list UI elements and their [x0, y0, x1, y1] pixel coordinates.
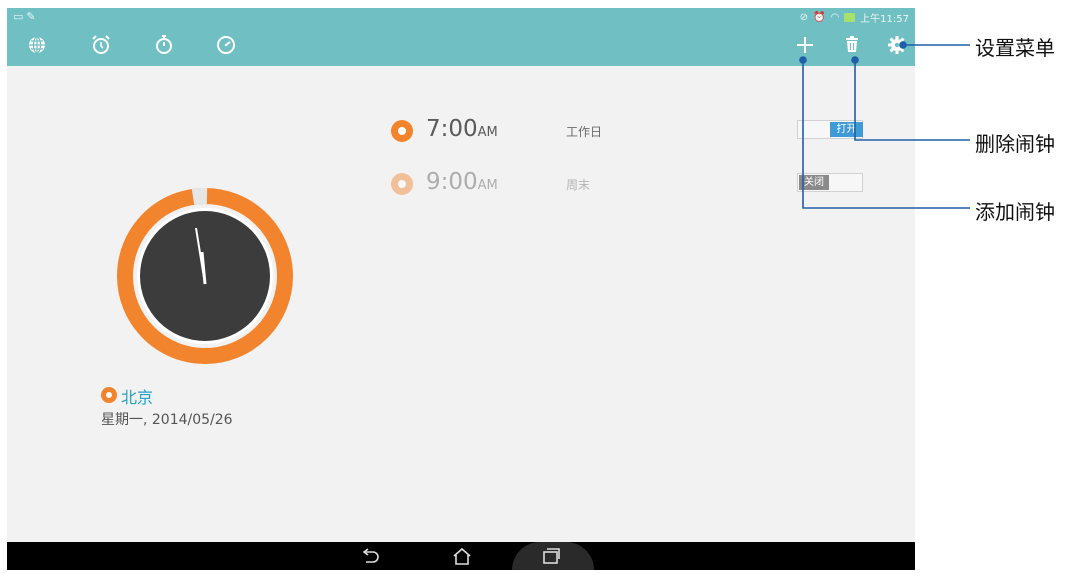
screen-icon: ▭: [13, 10, 27, 23]
alarm-ampm: AM: [477, 178, 498, 193]
analog-clock: [117, 188, 293, 364]
sun-icon: [391, 120, 413, 142]
clock-ring-gap: [191, 188, 208, 205]
alarm-time-value: 7:00: [426, 116, 478, 142]
stopwatch-icon[interactable]: [152, 33, 176, 57]
trash-icon[interactable]: [840, 33, 864, 57]
sun-icon: [101, 387, 117, 403]
alarm-clock-icon[interactable]: [89, 33, 113, 57]
alarm-label: 周末: [566, 178, 591, 192]
battery-charging-icon: [844, 13, 856, 22]
alarm-time-value: 9:00: [426, 169, 478, 195]
alarm-icon: ⏰: [812, 12, 826, 23]
status-right: ⊘ ⏰ ◠ 上午11:57: [800, 10, 909, 25]
navigation-bar: [7, 542, 915, 570]
mute-icon: ⊘: [799, 12, 808, 23]
alarm-ampm: AM: [477, 125, 498, 140]
plus-icon[interactable]: [793, 33, 817, 57]
callout-add-alarm: 添加闹钟: [975, 200, 1055, 224]
globe-icon[interactable]: [25, 33, 49, 57]
status-left: ▭✎: [13, 10, 39, 23]
city-name: 北京: [121, 388, 154, 407]
alarm-time: 9:00AM: [426, 169, 498, 195]
edit-icon: ✎: [26, 10, 39, 23]
alarm-row[interactable]: 7:00AM 工作日 打开: [391, 116, 871, 150]
alarm-time: 7:00AM: [426, 116, 498, 142]
alarm-toggle[interactable]: 关闭: [797, 173, 863, 192]
home-icon[interactable]: [451, 546, 473, 566]
gear-icon[interactable]: [885, 33, 909, 57]
callout-settings-menu: 设置菜单: [975, 36, 1055, 60]
back-icon[interactable]: [359, 546, 381, 566]
wifi-icon: ◠: [830, 12, 840, 23]
status-time: 上午11:57: [860, 14, 909, 25]
alarm-label: 工作日: [566, 125, 603, 139]
sun-icon: [391, 173, 413, 195]
toggle-on-label: 打开: [830, 122, 863, 137]
alarm-toggle[interactable]: 打开: [797, 120, 863, 139]
toggle-off-label: 关闭: [799, 175, 829, 190]
callout-delete-alarm: 删除闹钟: [975, 132, 1055, 156]
action-bar: [7, 25, 915, 66]
city-date: 星期一, 2014/05/26: [101, 412, 233, 428]
device-screen: ▭✎ ⊘ ⏰ ◠ 上午11:57 7:00AM 工作日 打开 9:00AM 周末…: [7, 8, 915, 570]
timer-icon[interactable]: [214, 33, 238, 57]
status-bar: ▭✎ ⊘ ⏰ ◠ 上午11:57: [7, 8, 915, 25]
recent-apps-icon[interactable]: [540, 546, 562, 566]
